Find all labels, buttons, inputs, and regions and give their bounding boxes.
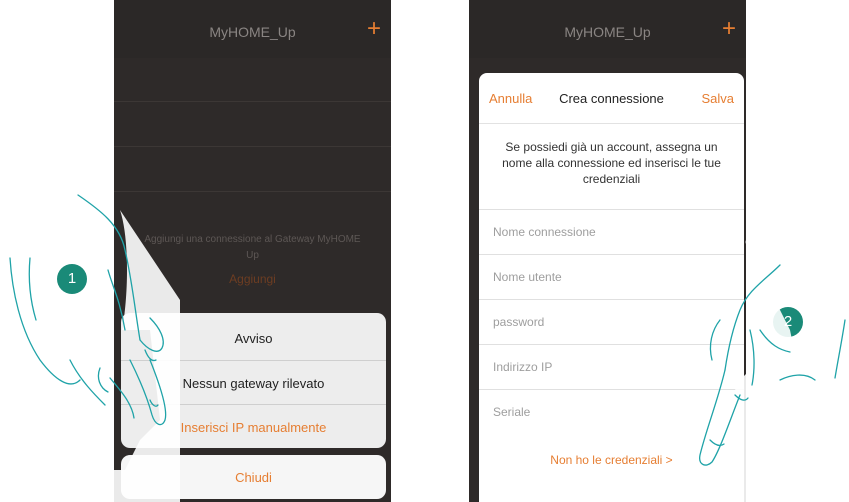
list-divider [114, 191, 391, 192]
enter-ip-manually-button[interactable]: Inserisci IP manualmente [121, 404, 386, 448]
password-field [479, 299, 744, 344]
step-badge-1: 1 [57, 264, 87, 294]
alert-sheet: Avviso Nessun gateway rilevato Inserisci… [121, 313, 386, 448]
plus-icon[interactable]: + [722, 17, 736, 41]
connection-name-field [479, 209, 744, 254]
list-divider [114, 146, 391, 147]
username-field [479, 254, 744, 299]
serial-input[interactable] [493, 401, 723, 423]
app-title: MyHOME_Up [564, 24, 651, 40]
close-sheet: Chiudi [121, 455, 386, 499]
save-button[interactable]: Salva [701, 91, 734, 106]
list-divider [114, 101, 391, 102]
ip-address-field [479, 344, 744, 389]
username-input[interactable] [493, 266, 723, 288]
close-button[interactable]: Chiudi [121, 455, 386, 499]
serial-field [479, 389, 744, 434]
empty-state-hint: Aggiungi una connessione al Gateway MyHO… [144, 234, 361, 261]
create-connection-card: Crea connessione Annulla Salva Se possie… [479, 73, 744, 502]
connection-name-input[interactable] [493, 221, 723, 243]
alert-message: Nessun gateway rilevato [121, 360, 386, 406]
add-connection-link[interactable]: Aggiungi [114, 272, 391, 286]
password-input[interactable] [493, 311, 723, 333]
cancel-button[interactable]: Annulla [489, 91, 532, 106]
intro-text: Se possiedi già un account, assegna un n… [502, 140, 721, 186]
app-title: MyHOME_Up [209, 24, 296, 40]
step-badge-2: 2 [773, 307, 803, 337]
app-bar: MyHOME_Up + [469, 0, 746, 58]
app-bar: MyHOME_Up + [114, 0, 391, 58]
alert-title: Avviso [234, 331, 273, 346]
plus-icon[interactable]: + [367, 17, 381, 41]
card-header: Crea connessione Annulla Salva [479, 73, 744, 124]
no-credentials-link[interactable]: Non ho le credenziali > [479, 453, 744, 467]
ip-address-input[interactable] [493, 356, 723, 378]
